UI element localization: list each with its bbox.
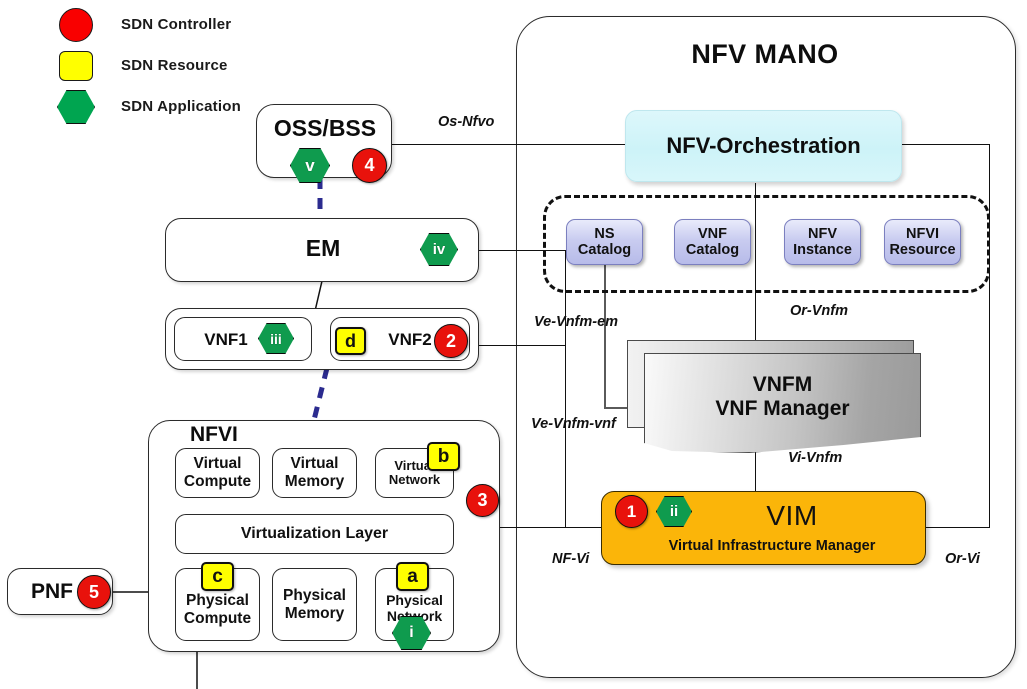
vnfm-line1: VNFM <box>752 372 813 396</box>
label-ve-vnfm-vnf: Ve-Vnfm-vnf <box>531 416 616 432</box>
legend-label-sdn-controller: SDN Controller <box>121 16 232 33</box>
vnf-catalog-chip[interactable]: VNF Catalog <box>674 219 751 265</box>
sdn-application-icon <box>57 90 95 124</box>
link-os-nfvo <box>392 144 626 146</box>
virtualization-layer-box[interactable]: Virtualization Layer <box>175 514 454 554</box>
vim-title: VIM <box>766 500 818 531</box>
virtual-memory-box[interactable]: Virtual Memory <box>272 448 357 498</box>
legend: SDN Controller SDN Resource SDN Applicat… <box>55 8 295 124</box>
virtual-compute-line1: Virtual <box>193 455 242 473</box>
sdn-resource-icon <box>59 51 93 81</box>
nfv-instance-line2: Instance <box>793 242 852 258</box>
virtual-memory-line2: Memory <box>284 473 345 490</box>
nfvi-resource-line1: NFVI <box>905 225 940 242</box>
virtual-compute-box[interactable]: Virtual Compute <box>175 448 260 498</box>
virtual-compute-line2: Compute <box>183 473 252 490</box>
physical-network-line1: Physical <box>386 591 443 608</box>
vnfm-box[interactable]: VNFM VNF Manager <box>644 353 921 453</box>
physical-memory-box[interactable]: Physical Memory <box>272 568 357 641</box>
nfvi-resource-chip[interactable]: NFVI Resource <box>884 219 961 265</box>
link-or-vi-vertical <box>989 144 991 528</box>
virtual-network-sdn-resource-badge: b <box>427 442 460 471</box>
nfvi-sdn-controller-badge: 3 <box>466 484 499 517</box>
nfv-instance-chip[interactable]: NFV Instance <box>784 219 861 265</box>
legend-label-sdn-application: SDN Application <box>121 98 241 115</box>
vim-sdn-controller-badge: 1 <box>615 495 648 528</box>
virtual-memory-line1: Virtual <box>290 455 339 473</box>
nfv-orchestration-label: NFV-Orchestration <box>666 133 861 158</box>
label-or-vi: Or-Vi <box>945 551 980 567</box>
vnf-catalog-line1: VNF <box>697 225 727 242</box>
link-or-vi-horizontal <box>926 527 990 529</box>
sdn-controller-icon <box>59 8 93 42</box>
pnf-title: PNF <box>31 580 73 603</box>
vnf-catalog-line2: Catalog <box>685 242 740 258</box>
oss-bss-sdn-controller-badge: 4 <box>352 148 387 183</box>
nfvi-title: NFVI <box>190 423 238 446</box>
nfv-orchestration-box[interactable]: NFV-Orchestration <box>625 110 902 182</box>
nfv-instance-line1: NFV <box>808 225 837 242</box>
physical-compute-sdn-resource-badge: c <box>201 562 234 591</box>
vnf2-sdn-resource-badge: d <box>335 327 366 355</box>
label-nf-vi: NF-Vi <box>552 551 590 567</box>
vnf1-title: VNF1 <box>204 330 248 349</box>
virtualization-layer-label: Virtualization Layer <box>240 525 389 542</box>
vnf2-sdn-controller-badge: 2 <box>434 324 468 358</box>
legend-item-sdn-controller: SDN Controller <box>59 8 295 42</box>
nfv-mano-title: NFV MANO <box>691 38 839 69</box>
physical-network-sdn-resource-badge: a <box>396 562 429 591</box>
vim-box[interactable]: VIM Virtual Infrastructure Manager <box>601 491 926 565</box>
link-nfvi-right <box>500 527 566 529</box>
legend-item-sdn-resource: SDN Resource <box>59 50 295 82</box>
link-nfvo-right-stub <box>901 144 990 146</box>
diagram-canvas: SDN Controller SDN Resource SDN Applicat… <box>0 0 1027 689</box>
nfvi-resource-line2: Resource <box>889 242 956 258</box>
physical-compute-line2: Compute <box>183 609 252 627</box>
ns-catalog-line1: NS <box>594 225 615 242</box>
ns-catalog-chip[interactable]: NS Catalog <box>566 219 643 265</box>
link-vnf2-right <box>478 345 566 347</box>
physical-memory-line1: Physical <box>283 586 346 604</box>
vnfm-line2: VNF Manager <box>715 397 850 420</box>
ns-catalog-line2: Catalog <box>577 242 632 258</box>
link-vi-vnfm <box>755 452 757 491</box>
label-vi-vnfm: Vi-Vnfm <box>788 450 843 466</box>
label-or-vnfm: Or-Vnfm <box>790 303 848 319</box>
link-trunk-to-vim <box>565 527 601 529</box>
physical-memory-line2: Memory <box>284 604 345 622</box>
label-ve-vnfm-em: Ve-Vnfm-em <box>534 314 619 330</box>
vim-subtitle: Virtual Infrastructure Manager <box>668 538 876 554</box>
label-os-nfvo: Os-Nfvo <box>438 114 495 130</box>
legend-label-sdn-resource: SDN Resource <box>121 57 228 74</box>
virtual-network-line2: Network <box>388 472 441 487</box>
physical-compute-line1: Physical <box>186 591 249 609</box>
pnf-sdn-controller-badge: 5 <box>77 575 111 609</box>
oss-bss-title: OSS/BSS <box>273 115 377 141</box>
